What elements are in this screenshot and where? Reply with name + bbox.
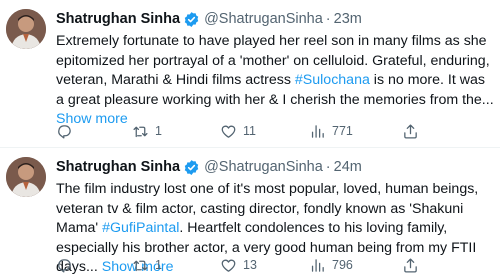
author-name[interactable]: Shatrughan Sinha [56, 159, 180, 175]
author-handle[interactable]: @ShatruganSinha [204, 159, 323, 175]
views-bar-chart-icon [311, 258, 324, 272]
share-icon [404, 123, 417, 139]
separator-dot: · [325, 11, 331, 27]
retweet-button[interactable]: 1 [132, 256, 162, 274]
retweet-icon [133, 260, 148, 271]
tweet-text: Extremely fortunate to have played her r… [56, 32, 494, 130]
hashtag-link[interactable]: #GufiPaintal [102, 220, 179, 236]
reply-icon [58, 258, 71, 273]
tweet-actions: 1 13 796 [56, 256, 496, 274]
retweet-button[interactable]: 1 [132, 122, 162, 140]
views-button[interactable]: 796 [309, 256, 353, 274]
share-icon [404, 257, 417, 273]
retweet-icon [133, 126, 148, 137]
retweet-count: 1 [155, 124, 162, 138]
view-count: 771 [332, 124, 353, 138]
like-count: 11 [243, 124, 256, 138]
tweet-header: Shatrughan Sinha @ShatruganSinha · 23m [56, 9, 362, 29]
tweet[interactable]: Shatrughan Sinha @ShatruganSinha · 24m T… [0, 148, 500, 277]
view-count: 796 [332, 258, 353, 272]
reply-button[interactable] [56, 256, 79, 274]
reply-icon [58, 124, 71, 139]
verified-badge-icon [184, 159, 199, 175]
tweet-header: Shatrughan Sinha @ShatruganSinha · 24m [56, 157, 362, 177]
avatar[interactable] [6, 9, 46, 49]
tweet-timestamp[interactable]: 24m [334, 159, 362, 175]
views-bar-chart-icon [311, 124, 324, 138]
like-count: 13 [243, 258, 257, 272]
reply-button[interactable] [56, 122, 79, 140]
heart-icon [221, 259, 236, 272]
author-handle[interactable]: @ShatruganSinha [204, 11, 323, 27]
like-button[interactable]: 13 [220, 256, 257, 274]
retweet-count: 1 [155, 258, 162, 272]
separator-dot: · [325, 159, 331, 175]
author-name[interactable]: Shatrughan Sinha [56, 11, 180, 27]
views-button[interactable]: 771 [309, 122, 353, 140]
like-button[interactable]: 11 [220, 122, 256, 140]
heart-icon [221, 125, 236, 138]
share-button[interactable] [402, 122, 419, 140]
avatar[interactable] [6, 157, 46, 197]
tweet[interactable]: Shatrughan Sinha @ShatruganSinha · 23m E… [0, 0, 500, 147]
share-button[interactable] [402, 256, 419, 274]
verified-badge-icon [184, 11, 199, 27]
tweet-actions: 1 11 771 [56, 122, 496, 140]
tweet-timestamp[interactable]: 23m [334, 11, 362, 27]
hashtag-link[interactable]: #Sulochana [295, 72, 370, 88]
